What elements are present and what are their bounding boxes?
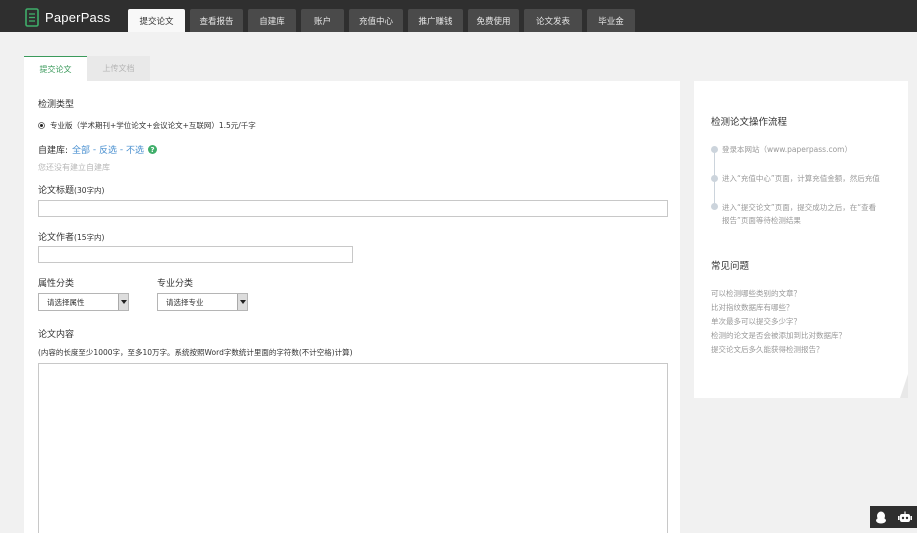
timeline-dot: [711, 203, 718, 210]
process-step-2: 进入“充值中心”页面，计算充值金额，然后充值: [722, 174, 880, 183]
nav-custom-library[interactable]: 自建库: [248, 9, 296, 32]
title-label: 论文标题: [38, 186, 75, 196]
title-input[interactable]: [38, 200, 668, 217]
content-hint: (内容的长度至少1000字，至多10万字。系统按照Word字数统计里面的字符数(…: [38, 348, 353, 357]
library-separator: -: [117, 144, 127, 155]
help-icon[interactable]: ?: [148, 145, 158, 154]
nav-graduation-fund[interactable]: 毕业金: [587, 9, 635, 32]
detect-option-row: 专业版（学术期刊+学位论文+会议论文+互联网）1.5元/千字: [38, 120, 256, 131]
library-row: 自建库: 全部 - 反选 - 不选 ?: [38, 143, 158, 156]
faq-item[interactable]: 可以检测哪些类别的文章？: [711, 288, 801, 299]
nav-free-use[interactable]: 免费使用: [468, 9, 519, 32]
process-title: 检测论文操作流程: [711, 117, 788, 128]
nav-promote[interactable]: 推广赚钱: [408, 9, 463, 32]
library-select-all-link[interactable]: 全部: [72, 143, 90, 156]
logo[interactable]: PaperPass: [24, 7, 110, 27]
major-select[interactable]: 请选择专业: [157, 293, 248, 311]
title-limit: (30字内): [74, 186, 105, 195]
tab-submit-paper[interactable]: 提交论文: [24, 56, 87, 81]
notebook-logo-icon: [25, 7, 39, 27]
author-label: 论文作者: [38, 233, 75, 243]
author-input[interactable]: [38, 246, 353, 263]
detect-option-label: 专业版（学术期刊+学位论文+会议论文+互联网）1.5元/千字: [50, 121, 256, 130]
nav-publish[interactable]: 论文发表: [524, 9, 582, 32]
timeline-dot: [711, 175, 718, 182]
library-select-none-link[interactable]: 不选: [126, 143, 144, 156]
timeline-dot: [711, 146, 718, 153]
attr-label: 属性分类: [38, 279, 75, 289]
robot-service-icon[interactable]: [897, 511, 912, 524]
author-label-row: 论文作者(15字内): [38, 230, 104, 243]
nav-recharge[interactable]: 充值中心: [349, 9, 403, 32]
library-invert-link[interactable]: 反选: [99, 143, 117, 156]
nav-account[interactable]: 账户: [301, 9, 344, 32]
nav-submit-paper[interactable]: 提交论文: [128, 9, 185, 32]
faq-item[interactable]: 检测的论文是否会被添加到比对数据库？: [711, 330, 846, 341]
title-label-row: 论文标题(30字内): [38, 183, 104, 196]
content-textarea[interactable]: [38, 363, 668, 533]
dropdown-arrow-icon: [237, 294, 247, 310]
process-step-3-line2: 报告”页面等待检测结果: [722, 216, 801, 225]
major-select-value: 请选择专业: [166, 297, 204, 307]
attr-select[interactable]: 请选择属性: [38, 293, 129, 311]
tab-upload-document[interactable]: 上传文档: [87, 56, 150, 81]
radio-selected-icon[interactable]: [38, 122, 45, 129]
panel-corner-fold: [900, 374, 908, 398]
major-label: 专业分类: [157, 279, 194, 289]
process-step-3-line1: 进入“提交论文”页面，提交成功之后，在“查看: [722, 203, 877, 212]
faq-item[interactable]: 提交论文后多久能获得检测报告？: [711, 344, 824, 355]
library-separator: -: [90, 144, 100, 155]
qq-penguin-icon[interactable]: [875, 511, 887, 524]
top-bar: PaperPass 提交论文 查看报告 自建库 账户 充值中心 推广赚钱 免费使…: [0, 0, 917, 32]
svg-text:?: ?: [151, 146, 155, 154]
detect-type-label: 检测类型: [38, 100, 75, 110]
library-label: 自建库:: [38, 146, 69, 156]
author-limit: (15字内): [74, 233, 105, 242]
attr-select-value: 请选择属性: [47, 297, 85, 307]
dropdown-arrow-icon: [118, 294, 128, 310]
process-step-1: 登录本网站（www.paperpass.com）: [722, 145, 852, 154]
faq-item[interactable]: 单次最多可以提交多少字？: [711, 316, 801, 327]
nav-view-report[interactable]: 查看报告: [190, 9, 243, 32]
faq-item[interactable]: 比对指纹数据库有哪些？: [711, 302, 794, 313]
faq-title: 常见问题: [711, 261, 750, 272]
main-nav: 提交论文 查看报告 自建库 账户 充值中心 推广赚钱 免费使用 论文发表 毕业金: [128, 9, 640, 32]
library-empty-text: 您还没有建立自建库: [38, 163, 110, 172]
floating-toolbar: [870, 506, 917, 528]
content-label: 论文内容: [38, 330, 75, 340]
logo-text: PaperPass: [45, 9, 111, 25]
